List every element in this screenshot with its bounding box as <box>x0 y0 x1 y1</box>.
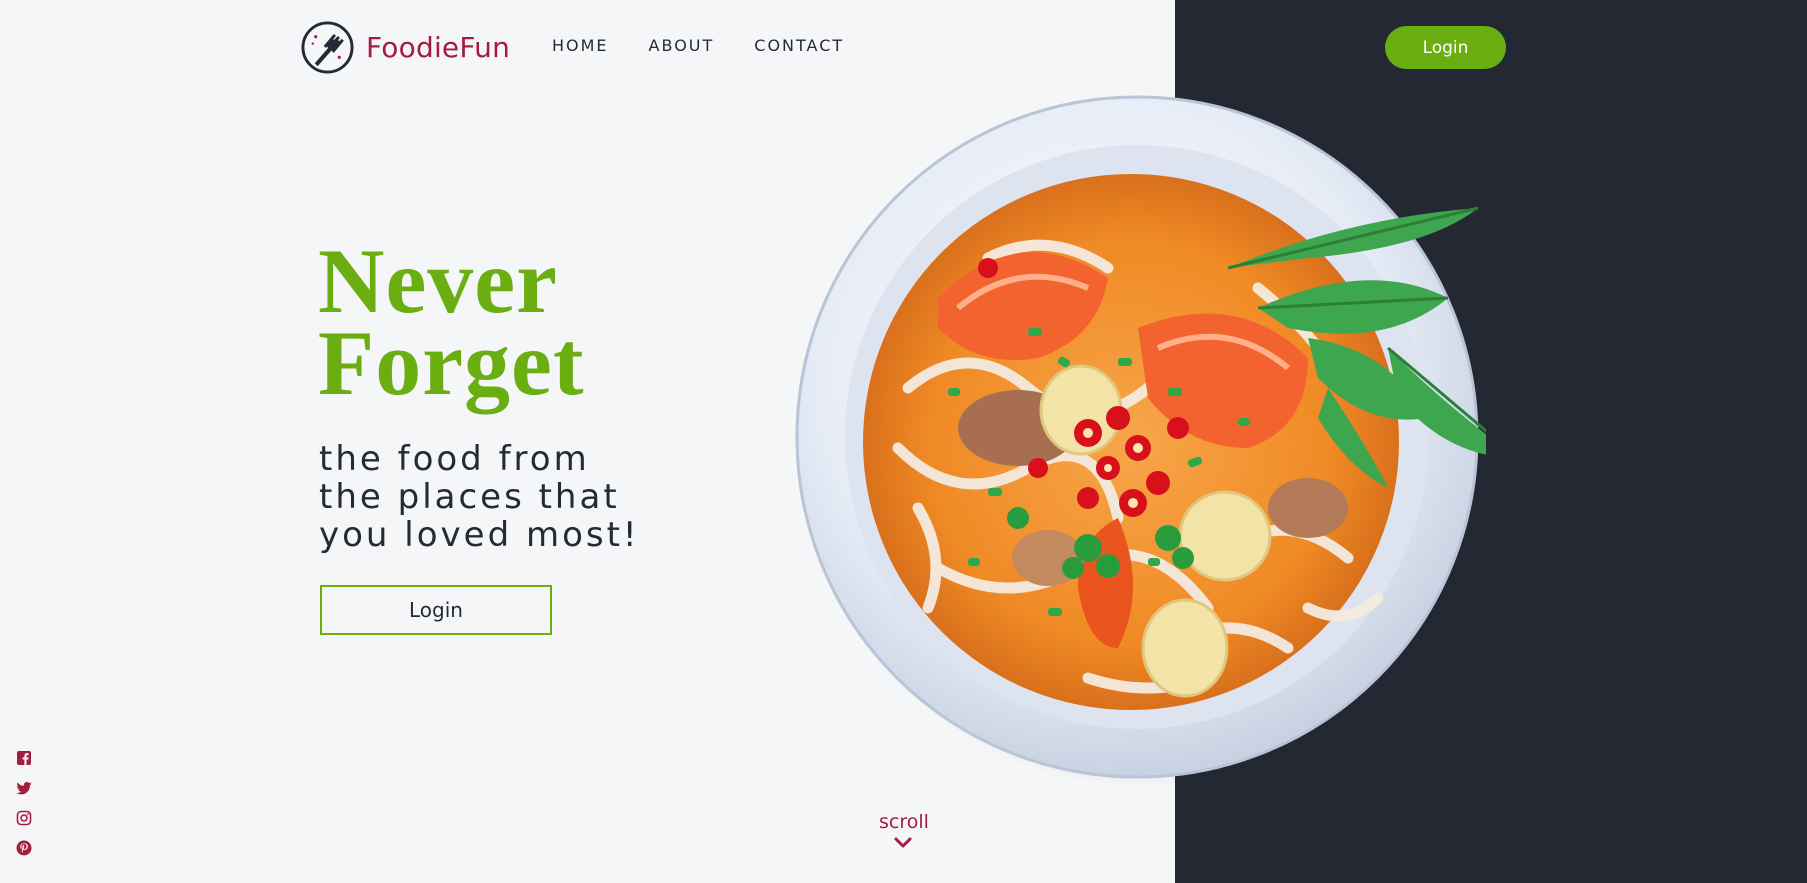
brand-name: FoodieFun <box>366 31 511 64</box>
pinterest-icon[interactable] <box>16 840 32 856</box>
main-nav: HOME ABOUT CONTACT <box>552 36 884 55</box>
hero-food-image <box>788 88 1519 788</box>
nav-contact[interactable]: CONTACT <box>754 36 844 55</box>
headline-line-2: Forget <box>318 312 585 414</box>
nav-about[interactable]: ABOUT <box>649 36 715 55</box>
headline-line-1: Never <box>318 230 558 332</box>
social-links <box>16 750 32 870</box>
tagline-line-1: the food from <box>319 439 590 479</box>
brand-logo[interactable]: FoodieFun <box>300 20 510 75</box>
twitter-icon[interactable] <box>16 780 32 796</box>
facebook-icon[interactable] <box>16 750 32 766</box>
noodle-bowl-illustration <box>795 95 1519 788</box>
header-login-button[interactable]: Login <box>1385 26 1506 69</box>
instagram-icon[interactable] <box>16 810 32 826</box>
hero-headline: Never Forget <box>318 230 585 414</box>
nav-home[interactable]: HOME <box>552 36 609 55</box>
scroll-label: scroll <box>879 811 929 833</box>
chevron-down-icon <box>894 837 912 848</box>
hero-tagline: the food from the places that you loved … <box>319 440 679 554</box>
hero-login-button[interactable]: Login <box>320 585 552 635</box>
fork-logo-icon <box>301 21 354 74</box>
tagline-line-3: you loved most! <box>319 515 640 555</box>
tagline-line-2: the places that <box>319 477 620 517</box>
scroll-indicator[interactable]: scroll <box>879 811 929 849</box>
